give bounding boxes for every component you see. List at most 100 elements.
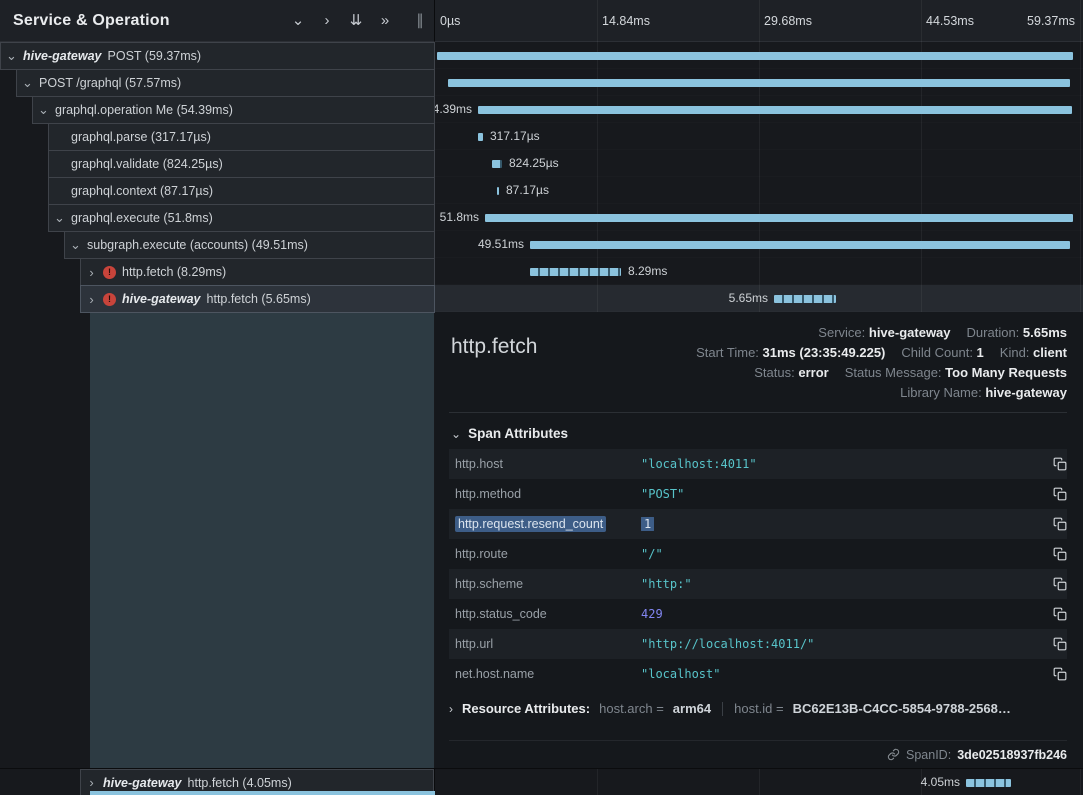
attribute-key-text: http.status_code bbox=[455, 607, 547, 621]
span-label: POST (59.37ms) bbox=[108, 49, 202, 63]
span-tree-row[interactable]: ⌄ subgraph.execute (accounts) (49.51ms) bbox=[64, 231, 435, 259]
timeline-row[interactable]: 4.05ms bbox=[435, 769, 1083, 795]
timeline-row[interactable]: 8.29ms bbox=[435, 258, 1083, 285]
span-bar[interactable] bbox=[966, 779, 1011, 787]
timeline-row[interactable]: 51.8ms bbox=[435, 204, 1083, 231]
span-bar[interactable] bbox=[774, 295, 836, 303]
chevron-right-icon[interactable]: › bbox=[319, 13, 335, 28]
attribute-value: "POST" bbox=[641, 487, 1043, 501]
resource-attributes-row[interactable]: › Resource Attributes: host.arch =arm64h… bbox=[449, 701, 1067, 716]
span-meta-line: Status: errorStatus Message: Too Many Re… bbox=[754, 365, 1067, 380]
span-bar[interactable] bbox=[485, 214, 1073, 222]
span-label: POST /graphql (57.57ms) bbox=[39, 76, 181, 90]
span-tree-row[interactable]: ⌄ POST /graphql (57.57ms) bbox=[16, 69, 435, 97]
span-tree-row[interactable]: ›! http.fetch (8.29ms) bbox=[80, 258, 435, 286]
timeline-row[interactable]: 87.17µs bbox=[435, 177, 1083, 204]
attribute-key: http.route bbox=[449, 547, 641, 561]
span-id-value: 3de02518937fb246 bbox=[957, 748, 1067, 762]
chevron-right-icon[interactable]: › bbox=[86, 775, 97, 790]
span-label: http.fetch (5.65ms) bbox=[207, 292, 311, 306]
timeline-row[interactable]: 54.39ms bbox=[435, 96, 1083, 123]
copy-icon[interactable] bbox=[1043, 547, 1067, 561]
horizontal-scrollbar-thumb[interactable] bbox=[90, 791, 435, 795]
span-meta: Service: hive-gatewayDuration: 5.65msSta… bbox=[696, 325, 1067, 400]
attribute-key: http.url bbox=[449, 637, 641, 651]
copy-icon[interactable] bbox=[1043, 487, 1067, 501]
chevron-right-icon[interactable]: › bbox=[86, 292, 97, 307]
span-bar[interactable] bbox=[492, 160, 502, 168]
chevron-down-icon[interactable]: ⌄ bbox=[70, 237, 81, 253]
meta-key: Service: bbox=[818, 325, 869, 340]
bar-duration-label: 49.51ms bbox=[478, 231, 524, 258]
span-tree-row[interactable]: graphql.context (87.17µs) bbox=[48, 177, 435, 205]
service-name: hive-gateway bbox=[103, 776, 182, 790]
span-label: http.fetch (8.29ms) bbox=[122, 265, 226, 279]
span-tree-row[interactable]: ⌄graphql.execute (51.8ms) bbox=[48, 204, 435, 232]
timeline-row[interactable]: 49.51ms bbox=[435, 231, 1083, 258]
double-chevron-right-icon[interactable]: » bbox=[377, 13, 393, 28]
copy-icon[interactable] bbox=[1043, 667, 1067, 681]
chevron-down-icon[interactable]: ⌄ bbox=[38, 102, 49, 118]
span-bar[interactable] bbox=[530, 268, 621, 276]
bar-duration-label: 8.29ms bbox=[628, 258, 667, 285]
span-bar[interactable] bbox=[437, 52, 1073, 60]
span-bar[interactable] bbox=[530, 241, 1070, 249]
meta-value: 1 bbox=[977, 345, 984, 360]
span-tree-row[interactable]: graphql.validate (824.25µs) bbox=[48, 150, 435, 178]
resource-value: BC62E13B-C4CC-5854-9788-2568… bbox=[793, 701, 1011, 716]
attribute-row: http.host"localhost:4011" bbox=[449, 449, 1067, 479]
attribute-key: http.host bbox=[449, 457, 641, 471]
span-tree-row[interactable]: ⌄hive-gatewayPOST (59.37ms) bbox=[0, 42, 435, 70]
span-meta-line: Start Time: 31ms (23:35:49.225)Child Cou… bbox=[696, 345, 1067, 360]
span-bar[interactable] bbox=[478, 133, 483, 141]
timeline-row[interactable] bbox=[435, 42, 1083, 69]
span-id-label: SpanID: bbox=[906, 748, 951, 762]
timeline-row[interactable]: 824.25µs bbox=[435, 150, 1083, 177]
meta-value: hive-gateway bbox=[985, 385, 1067, 400]
timeline-row[interactable]: 317.17µs bbox=[435, 123, 1083, 150]
span-meta-line: Service: hive-gatewayDuration: 5.65ms bbox=[818, 325, 1067, 340]
error-icon: ! bbox=[103, 266, 116, 279]
chevron-right-icon[interactable]: › bbox=[86, 265, 97, 280]
trace-viewer: Service & Operation ⌄›⇊»∥ ⌄hive-gatewayP… bbox=[0, 0, 1083, 795]
span-bar[interactable] bbox=[497, 187, 499, 195]
chevron-down-icon[interactable]: ⌄ bbox=[54, 210, 65, 226]
span-bar[interactable] bbox=[448, 79, 1070, 87]
attribute-value: 429 bbox=[641, 607, 1043, 621]
span-tree-row[interactable]: ⌄ graphql.operation Me (54.39ms) bbox=[32, 96, 435, 124]
chevron-down-icon[interactable]: ⌄ bbox=[290, 13, 306, 28]
meta-pair: Duration: 5.65ms bbox=[967, 325, 1067, 340]
ruler-tick: 14.84ms bbox=[602, 0, 650, 42]
attribute-row: net.host.name"localhost" bbox=[449, 659, 1067, 689]
attribute-key-text: http.method bbox=[455, 487, 521, 501]
span-label: subgraph.execute (accounts) (49.51ms) bbox=[87, 238, 308, 252]
service-name: hive-gateway bbox=[122, 292, 201, 306]
resource-attributes-title: Resource Attributes: bbox=[462, 701, 590, 716]
timeline-row[interactable]: 5.65ms bbox=[435, 285, 1083, 312]
attribute-row: http.status_code 429 bbox=[449, 599, 1067, 629]
chevron-down-icon[interactable]: ⌄ bbox=[22, 75, 33, 91]
chevron-down-icon[interactable]: ⌄ bbox=[6, 48, 17, 64]
meta-value: 31ms (23:35:49.225) bbox=[763, 345, 886, 360]
meta-pair: Status: error bbox=[754, 365, 828, 380]
attribute-key-text: http.route bbox=[455, 547, 508, 561]
span-tree-row[interactable]: ›!hive-gatewayhttp.fetch (5.65ms) bbox=[80, 285, 435, 313]
ruler-tick: 44.53ms bbox=[926, 0, 974, 42]
copy-icon[interactable] bbox=[1043, 517, 1067, 531]
timeline-row[interactable] bbox=[435, 69, 1083, 96]
span-bar[interactable] bbox=[478, 106, 1072, 114]
link-icon bbox=[887, 748, 900, 761]
span-attributes-section-header[interactable]: ⌄ Span Attributes bbox=[449, 413, 1067, 449]
attribute-key: http.method bbox=[449, 487, 641, 501]
span-tree-row[interactable]: graphql.parse (317.17µs) bbox=[48, 123, 435, 151]
attribute-row: http.route"/" bbox=[449, 539, 1067, 569]
copy-icon[interactable] bbox=[1043, 637, 1067, 651]
panel-resize-handle-icon[interactable]: ∥ bbox=[412, 13, 428, 28]
attribute-value: "localhost" bbox=[641, 667, 1043, 681]
copy-icon[interactable] bbox=[1043, 577, 1067, 591]
bar-duration-label: 317.17µs bbox=[490, 123, 540, 150]
span-label: graphql.operation Me (54.39ms) bbox=[55, 103, 233, 117]
copy-icon[interactable] bbox=[1043, 607, 1067, 621]
copy-icon[interactable] bbox=[1043, 457, 1067, 471]
double-chevron-down-icon[interactable]: ⇊ bbox=[348, 13, 364, 28]
